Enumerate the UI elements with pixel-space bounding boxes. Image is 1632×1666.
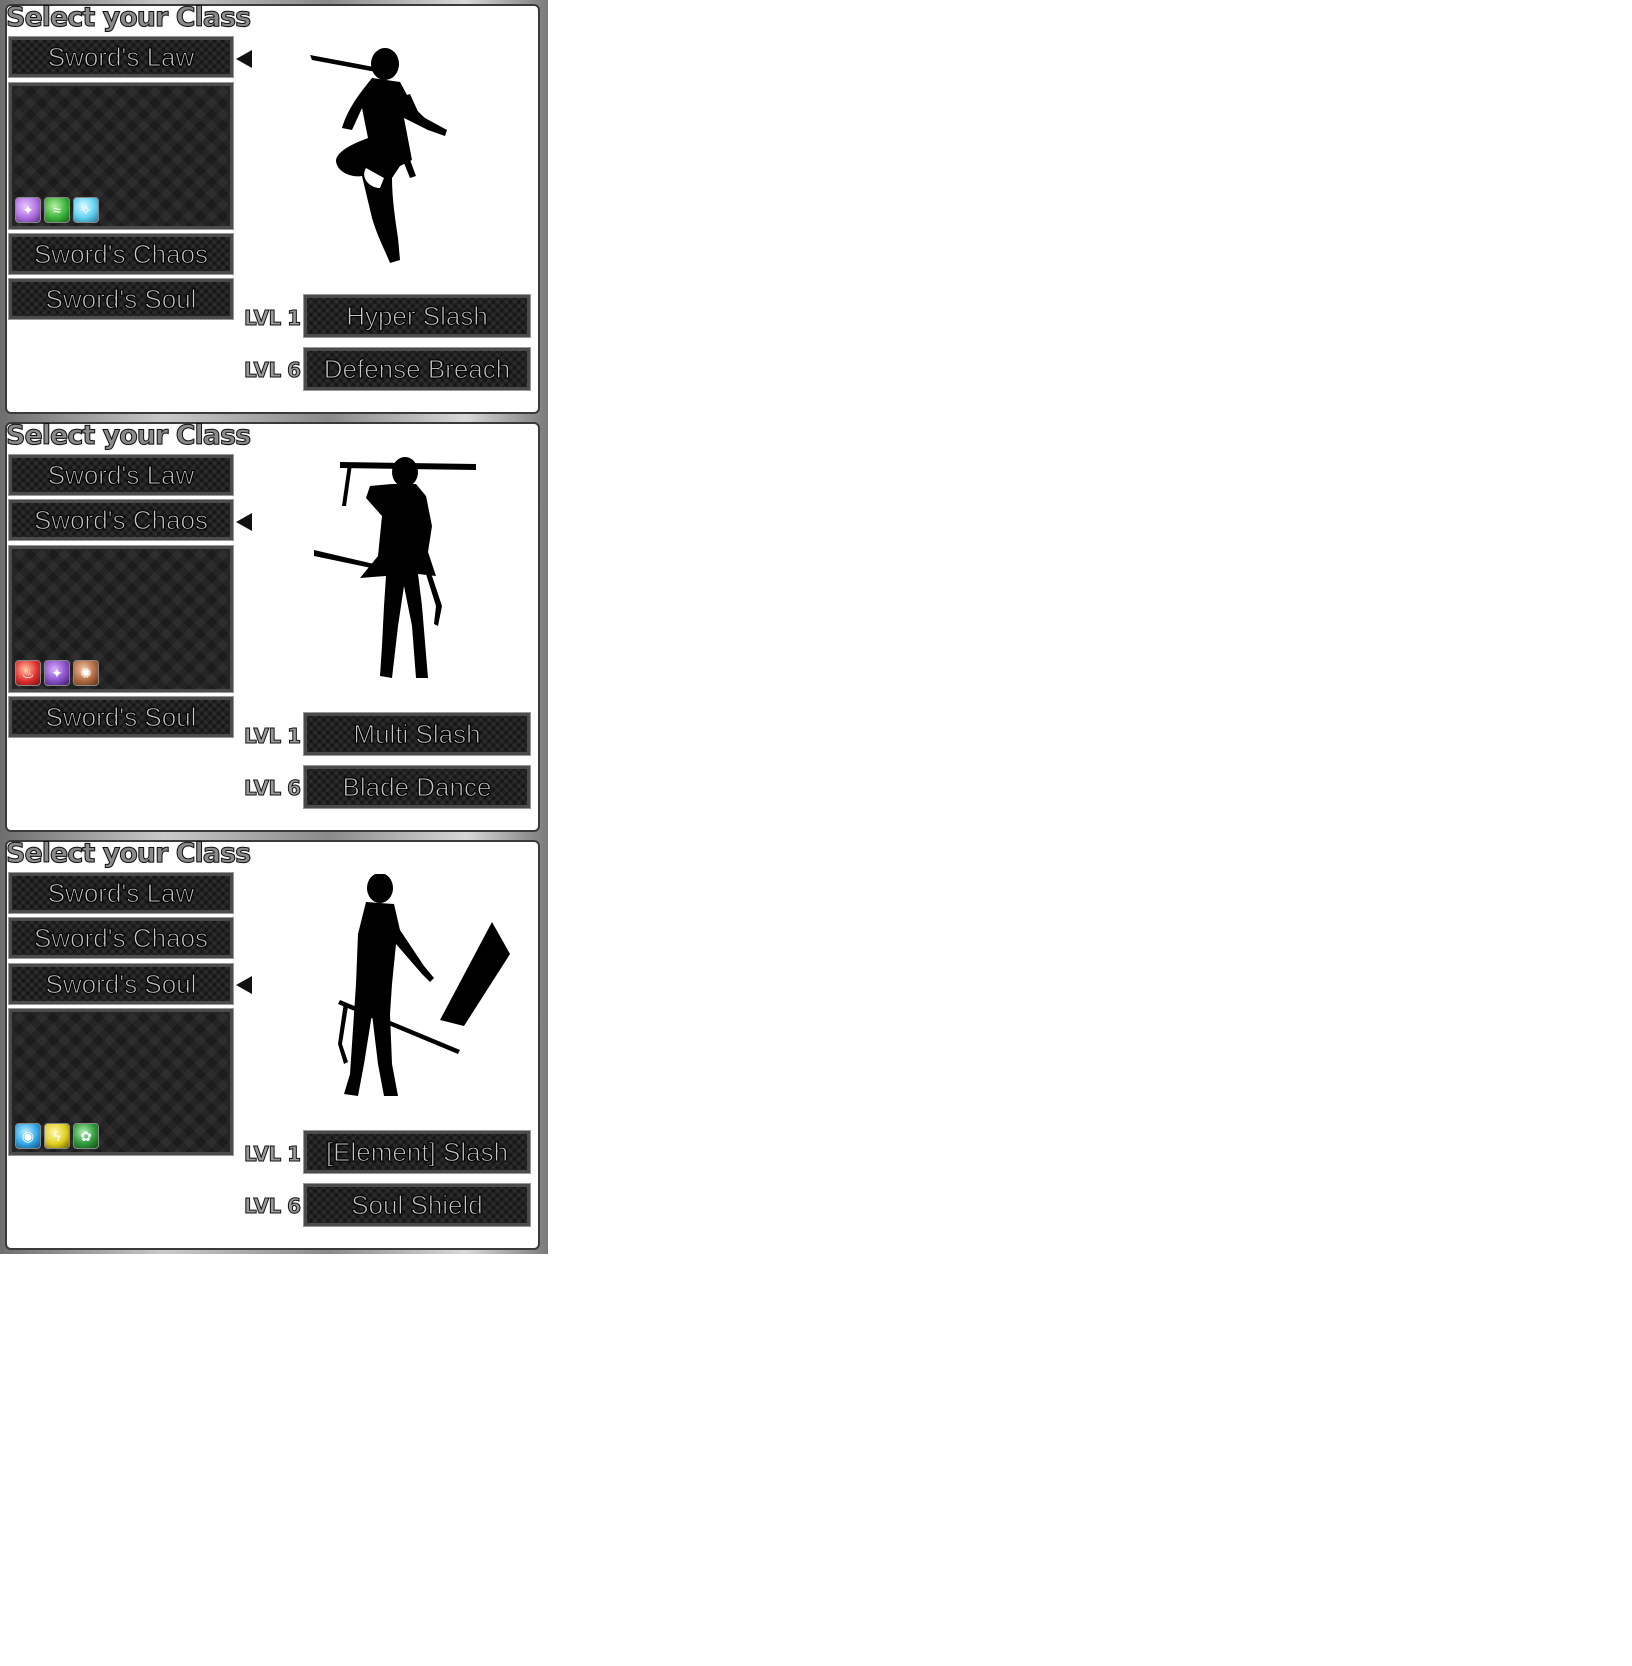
class-button-swords-soul[interactable]: Sword's Soul bbox=[8, 696, 234, 738]
class-button-swords-law[interactable]: Sword's Law bbox=[8, 36, 234, 78]
skill-level-label: LVL 6 bbox=[244, 776, 302, 801]
skill-button[interactable]: Soul Shield bbox=[303, 1183, 531, 1227]
purple-orb-icon: ✦ bbox=[15, 197, 41, 223]
class-button-swords-soul[interactable]: Sword's Soul bbox=[8, 963, 234, 1005]
element-orbs: ♨ ✦ ✺ bbox=[15, 660, 99, 686]
element-orbs: ◉ ϟ ✿ bbox=[15, 1123, 99, 1149]
skill-level-label: LVL 1 bbox=[244, 306, 302, 331]
character-silhouette bbox=[300, 456, 530, 696]
class-button-swords-chaos[interactable]: Sword's Chaos bbox=[8, 233, 234, 275]
panel-title: Select your Class bbox=[5, 420, 251, 452]
character-silhouette bbox=[300, 38, 530, 278]
skill-button[interactable]: [Element] Slash bbox=[303, 1130, 531, 1174]
class-button-swords-law[interactable]: Sword's Law bbox=[8, 454, 234, 496]
skill-button[interactable]: Hyper Slash bbox=[303, 294, 531, 338]
cyan-orb-icon: ✧ bbox=[73, 197, 99, 223]
lightning-orb-icon: ϟ bbox=[44, 1123, 70, 1149]
class-button-swords-chaos[interactable]: Sword's Chaos bbox=[8, 917, 234, 959]
panel-title: Select your Class bbox=[5, 838, 251, 870]
purple-orb-icon: ✦ bbox=[44, 660, 70, 686]
selected-arrow-icon bbox=[236, 50, 252, 68]
class-panel-1: Select your Class Sword's Law ✦ ≈ ✧ Swor… bbox=[0, 0, 548, 418]
earth-orb-icon: ✺ bbox=[73, 660, 99, 686]
class-button-swords-chaos[interactable]: Sword's Chaos bbox=[8, 499, 234, 541]
skill-button[interactable]: Blade Dance bbox=[303, 765, 531, 809]
skill-level-label: LVL 1 bbox=[244, 724, 302, 749]
fire-orb-icon: ♨ bbox=[15, 660, 41, 686]
class-panel-2: Select your Class Sword's Law Sword's Ch… bbox=[0, 418, 548, 836]
skill-button[interactable]: Multi Slash bbox=[303, 712, 531, 756]
class-panel-3: Select your Class Sword's Law Sword's Ch… bbox=[0, 836, 548, 1254]
skill-level-label: LVL 6 bbox=[244, 1194, 302, 1219]
character-silhouette bbox=[300, 873, 530, 1114]
skill-level-label: LVL 6 bbox=[244, 358, 302, 383]
class-description-box: ✦ ≈ ✧ bbox=[8, 82, 234, 230]
class-description-box: ♨ ✦ ✺ bbox=[8, 545, 234, 693]
class-description-box: ◉ ϟ ✿ bbox=[8, 1008, 234, 1156]
selected-arrow-icon bbox=[236, 976, 252, 994]
green-orb-icon: ≈ bbox=[44, 197, 70, 223]
selected-arrow-icon bbox=[236, 513, 252, 531]
class-button-swords-law[interactable]: Sword's Law bbox=[8, 872, 234, 914]
water-orb-icon: ◉ bbox=[15, 1123, 41, 1149]
skill-button[interactable]: Defense Breach bbox=[303, 347, 531, 391]
skill-level-label: LVL 1 bbox=[244, 1142, 302, 1167]
panel-title: Select your Class bbox=[5, 2, 251, 34]
element-orbs: ✦ ≈ ✧ bbox=[15, 197, 99, 223]
nature-orb-icon: ✿ bbox=[73, 1123, 99, 1149]
class-button-swords-soul[interactable]: Sword's Soul bbox=[8, 278, 234, 320]
